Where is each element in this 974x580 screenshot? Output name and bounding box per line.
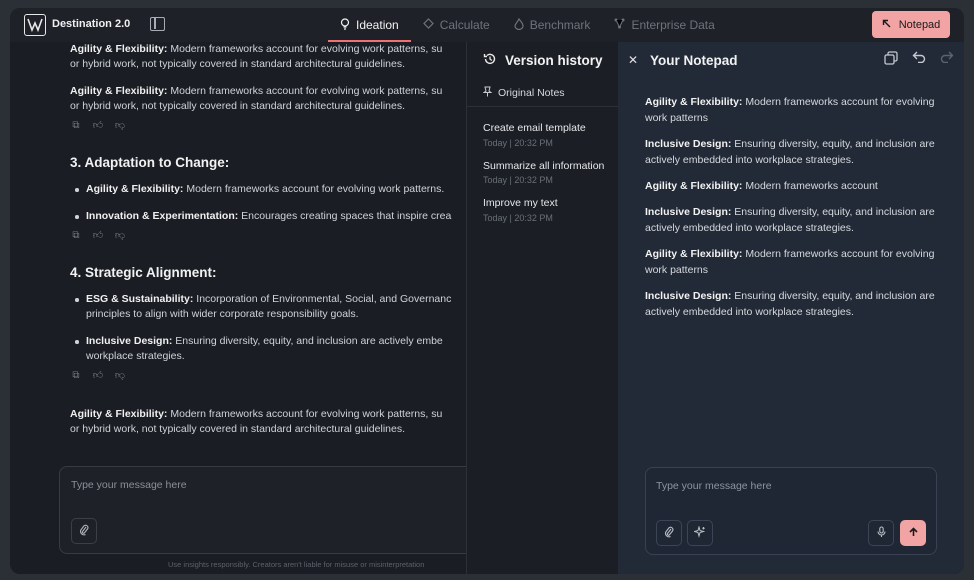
version-history-panel: Version history Original Notes Create em…: [466, 42, 619, 574]
arrow-up-icon: [908, 526, 918, 540]
note-item: Inclusive Design: Ensuring diversity, eq…: [645, 206, 935, 234]
section-heading: 3. Adaptation to Change:: [70, 155, 230, 170]
copy-icon[interactable]: ⧉: [70, 118, 82, 133]
microphone-icon: [876, 525, 886, 541]
pin-icon: [482, 86, 493, 100]
nodes-icon: [614, 18, 625, 32]
notepad-title: Your Notepad: [650, 53, 738, 68]
notepad-button-label: Notepad: [898, 18, 941, 31]
attach-button[interactable]: [71, 518, 97, 544]
bullet-item: Agility & Flexibility: Modern frameworks…: [70, 182, 480, 197]
thumbs-down-icon[interactable]: 👎︎: [114, 228, 126, 243]
version-list: Create email template Today | 20:32 PM S…: [483, 122, 613, 235]
note-item: Agility & Flexibility: Modern frameworks…: [645, 96, 935, 124]
attach-button[interactable]: [656, 520, 682, 546]
version-item[interactable]: Create email template Today | 20:32 PM: [483, 122, 613, 148]
thumbs-down-icon[interactable]: 👎︎: [114, 118, 126, 133]
notepad-header: ✕ Your Notepad: [618, 42, 964, 80]
logo-icon[interactable]: [24, 14, 46, 36]
sparkle-icon: [692, 524, 706, 541]
tab-benchmark[interactable]: Benchmark: [502, 8, 603, 42]
sidebar-toggle-icon[interactable]: [150, 17, 165, 31]
lightbulb-icon: [340, 17, 350, 33]
chat-composer[interactable]: Type your message here: [59, 466, 480, 554]
message-line: or hybrid work, not typically covered in…: [70, 58, 406, 70]
chat-area: Agility & Flexibility: Modern frameworks…: [10, 42, 480, 574]
thumbs-up-icon[interactable]: 👍︎: [92, 368, 104, 383]
main-nav: Ideation Calculate Benchmark Enterprise …: [328, 8, 727, 42]
chat-input-placeholder[interactable]: Type your message here: [71, 479, 187, 491]
undo-icon[interactable]: [912, 51, 926, 68]
top-bar: Destination 2.0 Ideation Calculate Bench…: [10, 8, 964, 42]
notepad-input-placeholder[interactable]: Type your message here: [656, 480, 772, 492]
history-icon: [483, 52, 497, 69]
message-actions: ⧉ 👍︎ 👎︎: [70, 118, 480, 133]
tab-calculate[interactable]: Calculate: [411, 8, 502, 42]
message-line: Agility & Flexibility: Modern frameworks…: [70, 85, 443, 97]
brand-name: Destination 2.0: [52, 18, 131, 30]
version-item[interactable]: Summarize all information Today | 20:32 …: [483, 160, 613, 186]
sparkle-button[interactable]: [687, 520, 713, 546]
message-line: or hybrid work, not typically covered in…: [70, 100, 406, 112]
tab-label: Ideation: [356, 18, 399, 32]
bullet-item: Innovation & Experimentation: Encourages…: [70, 209, 480, 224]
send-button[interactable]: [900, 520, 926, 546]
copy-icon[interactable]: [884, 51, 898, 68]
note-item: Agility & Flexibility: Modern frameworks…: [645, 180, 878, 192]
message-actions: ⧉ 👍︎ 👎︎: [70, 228, 480, 243]
notepad-panel: ✕ Your Notepad Agility & Flexibility: Mo…: [618, 42, 964, 574]
note-item: Inclusive Design: Ensuring diversity, eq…: [645, 290, 935, 318]
diamond-icon: [422, 18, 434, 32]
thumbs-down-icon[interactable]: 👎︎: [114, 368, 126, 383]
app-window: Destination 2.0 Ideation Calculate Bench…: [10, 8, 964, 574]
copy-icon[interactable]: ⧉: [70, 228, 82, 243]
thumbs-up-icon[interactable]: 👍︎: [92, 228, 104, 243]
redo-icon[interactable]: [940, 51, 954, 68]
bullet-item: Inclusive Design: Ensuring diversity, eq…: [70, 334, 480, 364]
tab-label: Benchmark: [529, 18, 591, 32]
notepad-tools: [884, 51, 954, 68]
paperclip-icon: [664, 526, 674, 541]
message-line: Agility & Flexibility: Modern frameworks…: [70, 43, 443, 55]
message-line: or hybrid work, not typically covered in…: [70, 423, 406, 435]
original-notes[interactable]: Original Notes: [482, 86, 565, 100]
tab-ideation[interactable]: Ideation: [328, 8, 411, 42]
microphone-button[interactable]: [868, 520, 894, 546]
bullet-item: ESG & Sustainability: Incorporation of E…: [70, 292, 480, 322]
notepad-button[interactable]: Notepad: [872, 11, 950, 38]
notepad-composer[interactable]: Type your message here: [645, 467, 937, 555]
paperclip-icon: [79, 524, 89, 539]
disclaimer: Use insights responsibly. Creators aren'…: [168, 560, 425, 569]
version-history-title: Version history: [483, 52, 603, 69]
note-item: Inclusive Design: Ensuring diversity, eq…: [645, 138, 935, 166]
close-icon[interactable]: ✕: [628, 53, 638, 67]
message-line: Agility & Flexibility: Modern frameworks…: [70, 408, 443, 420]
copy-icon[interactable]: ⧉: [70, 368, 82, 383]
chat-messages: Agility & Flexibility: Modern frameworks…: [70, 43, 480, 437]
tab-label: Enterprise Data: [631, 18, 715, 32]
thumbs-up-icon[interactable]: 👍︎: [92, 118, 104, 133]
note-item: Agility & Flexibility: Modern frameworks…: [645, 248, 935, 276]
flame-icon: [514, 17, 524, 33]
section-heading: 4. Strategic Alignment:: [70, 265, 217, 280]
tab-label: Calculate: [439, 18, 490, 32]
notepad-notes: Agility & Flexibility: Modern frameworks…: [645, 94, 945, 330]
message-actions: ⧉ 👍︎ 👎︎: [70, 368, 480, 383]
arrow-up-left-icon: [882, 19, 891, 31]
tab-enterprise-data[interactable]: Enterprise Data: [602, 8, 726, 42]
version-item[interactable]: Improve my text Today | 20:32 PM: [483, 197, 613, 223]
divider: [467, 106, 619, 107]
